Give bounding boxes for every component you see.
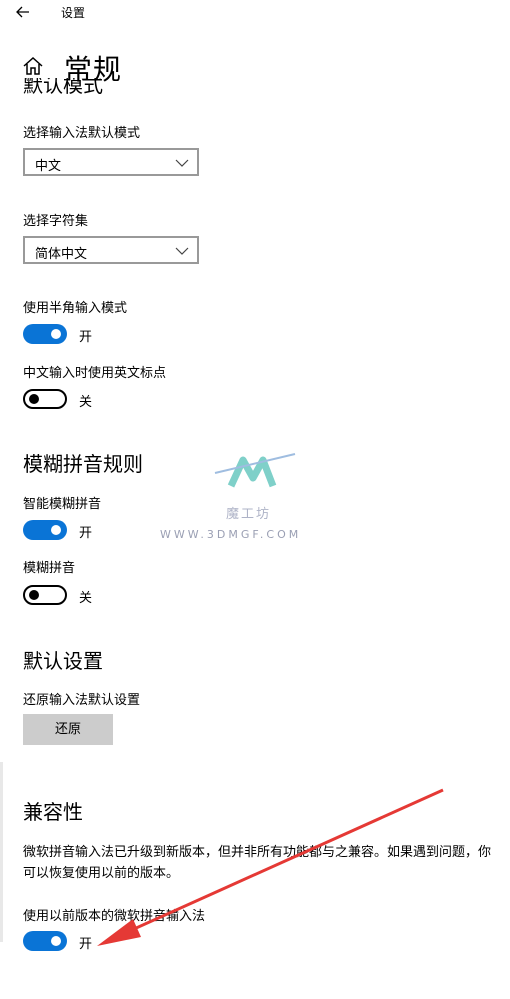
divider xyxy=(0,762,3,942)
window-title: 设置 xyxy=(61,6,86,20)
charset-label: 选择字符集 xyxy=(23,214,89,229)
home-icon[interactable] xyxy=(22,55,44,77)
back-button[interactable] xyxy=(14,2,36,22)
defaults-heading: 默认设置 xyxy=(23,649,103,673)
english-punct-state: 关 xyxy=(79,395,93,410)
watermark-cn: 魔工坊 xyxy=(226,507,272,522)
default-mode-select[interactable]: 中文 xyxy=(23,148,199,176)
charset-value: 简体中文 xyxy=(35,247,88,262)
watermark-url: WWW.3DMGF.COM xyxy=(160,528,302,541)
restore-label: 还原输入法默认设置 xyxy=(23,693,141,708)
charset-select[interactable]: 简体中文 xyxy=(23,236,199,264)
fuzzy-pinyin-label: 模糊拼音 xyxy=(23,561,76,576)
watermark-logo xyxy=(213,448,297,498)
legacy-ime-state: 开 xyxy=(79,937,93,952)
chevron-down-icon xyxy=(175,159,189,167)
half-width-toggle[interactable] xyxy=(23,324,67,344)
toggle-knob xyxy=(51,329,61,339)
fuzzy-pinyin-toggle[interactable] xyxy=(23,585,67,605)
restore-button[interactable]: 还原 xyxy=(23,714,113,745)
smart-fuzzy-label: 智能模糊拼音 xyxy=(23,497,102,512)
legacy-ime-toggle[interactable] xyxy=(23,931,67,951)
back-arrow-icon xyxy=(16,6,29,18)
fuzzy-pinyin-state: 关 xyxy=(79,591,93,606)
smart-fuzzy-state: 开 xyxy=(79,526,93,541)
smart-fuzzy-toggle[interactable] xyxy=(23,520,67,540)
default-mode-label: 选择输入法默认模式 xyxy=(23,126,141,141)
toggle-knob xyxy=(29,394,39,404)
toggle-knob xyxy=(51,525,61,535)
default-mode-value: 中文 xyxy=(35,159,62,174)
english-punct-label: 中文输入时使用英文标点 xyxy=(23,366,167,381)
chevron-down-icon xyxy=(175,247,189,255)
toggle-knob xyxy=(29,590,39,600)
compat-heading: 兼容性 xyxy=(23,800,83,824)
section-heading-partial: 默认模式 xyxy=(23,78,103,97)
half-width-label: 使用半角输入模式 xyxy=(23,301,128,316)
english-punct-toggle[interactable] xyxy=(23,389,67,409)
annotation-arrow xyxy=(95,785,450,950)
toggle-knob xyxy=(51,936,61,946)
half-width-state: 开 xyxy=(79,330,93,345)
fuzzy-heading: 模糊拼音规则 xyxy=(23,452,143,476)
